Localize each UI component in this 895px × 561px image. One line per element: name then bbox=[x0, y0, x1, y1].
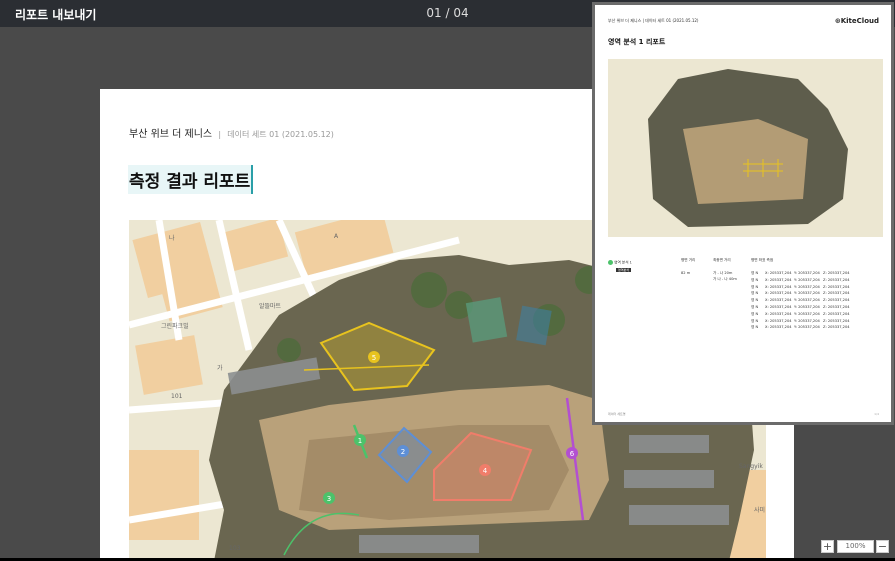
coord-cell: 영 N bbox=[751, 291, 759, 296]
coord-cell: X: 205337,204 bbox=[765, 318, 792, 323]
preview-area-name: 영역 분석 1 bbox=[608, 260, 632, 266]
coord-row: 영 N X: 205337,204 Y: 205337,204 Z: 205337,2… bbox=[751, 319, 881, 326]
marker-label-3: 3 bbox=[327, 495, 331, 503]
coord-cell: Y: 205337,204 bbox=[794, 271, 820, 275]
coord-cell: 영 N bbox=[751, 304, 759, 309]
map-label-sami: 사미 bbox=[754, 506, 765, 514]
coord-cell: Z: 205337,204 bbox=[823, 277, 850, 282]
area-dot-icon bbox=[608, 260, 613, 265]
coord-cell: X: 205337,204 bbox=[765, 311, 792, 316]
preview-header-2: 평면 좌표 측점 bbox=[751, 258, 774, 262]
kitecloud-logo: ⊛KiteCloud bbox=[834, 17, 879, 25]
marker-label-4: 4 bbox=[483, 467, 488, 475]
preview-map bbox=[608, 59, 883, 237]
coord-cell: Z: 205337,204 bbox=[823, 318, 850, 323]
map-label-ga: 가 bbox=[217, 364, 223, 372]
preview-page-number: 1/4 bbox=[874, 412, 879, 416]
coord-cell: 영 N bbox=[751, 318, 759, 323]
coord-cell: 영 N bbox=[751, 271, 759, 275]
map-label-mart: 알뜰마트 bbox=[259, 302, 282, 310]
preview-title: 영역 분석 1 리포트 bbox=[608, 38, 666, 46]
zoom-level: 100% bbox=[837, 540, 874, 553]
coord-row: 영 N X: 205337,204 Y: 205337,204 Z: 205337,2… bbox=[751, 271, 881, 278]
coord-cell: Z: 205337,204 bbox=[823, 304, 850, 309]
coord-cell: Z: 205337,204 bbox=[823, 284, 850, 289]
marker-label-2: 2 bbox=[401, 448, 405, 456]
breadcrumb-separator: | bbox=[218, 130, 222, 139]
coord-cell: Z: 205337,204 bbox=[823, 291, 850, 296]
logo-text: KiteCloud bbox=[840, 17, 879, 25]
coord-cell: Y: 205337,204 bbox=[794, 291, 820, 296]
map-label-103: 103 bbox=[229, 545, 241, 552]
coord-cell: Y: 205337,204 bbox=[794, 298, 820, 303]
coord-cell: X: 205337,204 bbox=[765, 284, 792, 289]
coord-row: 영 N X: 205337,204 Y: 205337,204 Z: 205337,2… bbox=[751, 325, 881, 332]
coord-cell: Y: 205337,204 bbox=[794, 304, 820, 309]
dataset-name: 데이터 세트 01 (2021.05.12) bbox=[227, 130, 334, 139]
coord-row: 영 N X: 205337,204 Y: 205337,204 Z: 205337,2… bbox=[751, 312, 881, 319]
coord-cell: X: 205337,204 bbox=[765, 277, 792, 282]
coord-cell: 영 N bbox=[751, 325, 759, 330]
coord-cell: Z: 205337,204 bbox=[823, 311, 850, 316]
map-label-greenpark: 그린파크빌 bbox=[161, 322, 189, 330]
preview-breadcrumb: 부산 위브 더 제니스 | 데이터 세트 01 (2021.05.12) bbox=[608, 18, 699, 23]
marker-label-1: 1 bbox=[358, 437, 362, 445]
preview-header-0: 평면 거리 bbox=[681, 258, 696, 262]
preview-header-1: 최종면 거리 bbox=[713, 258, 731, 262]
coord-cell: X: 205337,204 bbox=[765, 271, 792, 275]
coord-row: 영 N X: 205337,204 Y: 205337,204 Z: 205337,2… bbox=[751, 305, 881, 312]
project-name: 부산 위브 더 제니스 bbox=[129, 129, 213, 140]
coord-cell: Y: 205337,204 bbox=[794, 311, 820, 316]
coord-cell: 영 N bbox=[751, 311, 759, 316]
coord-row: 영 N X: 205337,204 Y: 205337,204 Z: 205337,2… bbox=[751, 285, 881, 292]
coord-row: 영 N X: 205337,204 Y: 205337,204 Z: 205337,2… bbox=[751, 298, 881, 305]
coord-cell: Z: 205337,204 bbox=[823, 298, 850, 303]
coord-cell: 영 N bbox=[751, 284, 759, 289]
marker-label-6: 6 bbox=[570, 450, 575, 458]
map-label-101: 101 bbox=[171, 393, 183, 400]
coord-cell: 영 N bbox=[751, 298, 759, 303]
report-title[interactable]: 측정 결과 리포트 bbox=[128, 165, 254, 194]
breadcrumb: 부산 위브 더 제니스 | 데이터 세트 01 (2021.05.12) bbox=[129, 125, 334, 140]
page-preview-thumbnail[interactable]: 부산 위브 더 제니스 | 데이터 세트 01 (2021.05.12) ⊛Ki… bbox=[592, 2, 894, 425]
zoom-out-button[interactable]: − bbox=[876, 540, 889, 553]
coord-cell: Y: 205337,204 bbox=[794, 284, 820, 289]
preview-dist-1: 가 나 - 나 40m bbox=[713, 277, 737, 281]
coord-cell: Y: 205337,204 bbox=[794, 277, 820, 282]
coord-cell: X: 205337,204 bbox=[765, 298, 792, 303]
map-label-sangyik: Sangyik bbox=[739, 463, 763, 470]
coord-cell: X: 205337,204 bbox=[765, 325, 792, 330]
preview-area-value: 82 m bbox=[681, 271, 691, 275]
preview-map-svg bbox=[608, 59, 883, 237]
zoom-in-button[interactable]: + bbox=[821, 540, 834, 553]
marker-label-5: 5 bbox=[372, 354, 376, 362]
coord-row: 영 N X: 205337,204 Y: 205337,204 Z: 205337,2… bbox=[751, 291, 881, 298]
coord-cell: 영 N bbox=[751, 277, 759, 282]
map-label-na: 나 bbox=[169, 234, 175, 242]
preview-tag: 영역분석 bbox=[616, 268, 632, 272]
coord-cell: Y: 205337,204 bbox=[794, 318, 820, 323]
coord-row: 영 N X: 205337,204 Y: 205337,204 Z: 205337,2… bbox=[751, 278, 881, 285]
coord-cell: Z: 205337,204 bbox=[823, 325, 850, 330]
preview-coords: 영 N X: 205337,204 Y: 205337,204 Z: 205337,2… bbox=[751, 271, 881, 332]
coord-cell: X: 205337,204 bbox=[765, 304, 792, 309]
coord-cell: X: 205337,204 bbox=[765, 291, 792, 296]
preview-dist-0: 가 - 나 20m bbox=[713, 271, 733, 275]
coord-cell: Y: 205337,204 bbox=[794, 325, 820, 330]
preview-footer: 데이터 세트명 bbox=[608, 412, 626, 416]
coord-cell: Z: 205337,204 bbox=[823, 271, 850, 275]
